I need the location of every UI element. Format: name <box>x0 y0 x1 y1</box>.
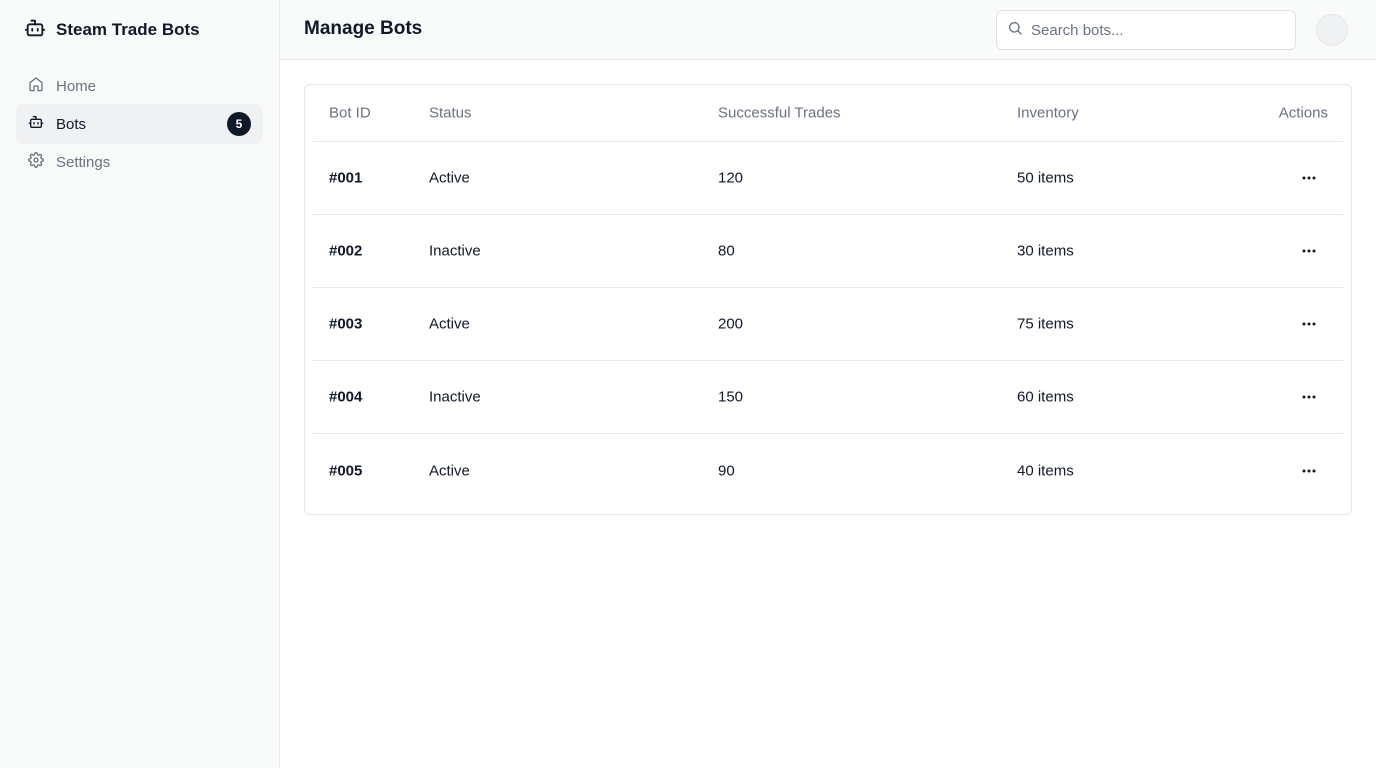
bot-id-cell: #003 <box>329 315 363 333</box>
more-horizontal-icon <box>1302 176 1316 180</box>
inventory-cell: 60 items <box>1017 388 1074 406</box>
sidebar: Steam Trade Bots Home Bots 5 Settings <box>0 0 280 768</box>
sidebar-item-label: Home <box>56 77 97 95</box>
more-horizontal-icon <box>1302 322 1316 326</box>
trades-cell: 150 <box>718 388 744 406</box>
row-actions-button[interactable] <box>1295 164 1323 192</box>
sidebar-item-bots[interactable]: Bots 5 <box>16 104 263 144</box>
status-cell: Active <box>429 315 470 333</box>
table-row[interactable]: #001 Active 120 50 items <box>313 142 1343 215</box>
row-actions-button[interactable] <box>1295 310 1323 338</box>
status-cell: Inactive <box>429 388 481 406</box>
bot-icon <box>28 114 44 134</box>
row-actions-button[interactable] <box>1295 457 1323 485</box>
table-row[interactable]: #004 Inactive 150 60 items <box>313 361 1343 434</box>
bot-icon <box>24 17 46 44</box>
table-header: Bot ID Status Successful Trades Inventor… <box>313 85 1343 142</box>
search-box[interactable] <box>996 10 1296 50</box>
column-header-actions: Actions <box>1278 104 1328 122</box>
row-actions-button[interactable] <box>1295 383 1323 411</box>
top-header: Manage Bots <box>280 0 1376 60</box>
bot-id-cell: #002 <box>329 242 363 260</box>
table-row[interactable]: #003 Active 200 75 items <box>313 288 1343 361</box>
bot-id-cell: #001 <box>329 169 363 187</box>
app-title: Steam Trade Bots <box>56 20 200 39</box>
more-horizontal-icon <box>1302 395 1316 399</box>
sidebar-item-home[interactable]: Home <box>16 66 263 106</box>
sidebar-item-settings[interactable]: Settings <box>16 142 263 182</box>
more-horizontal-icon <box>1302 469 1316 472</box>
gear-icon <box>28 152 44 172</box>
inventory-cell: 40 items <box>1017 462 1074 479</box>
inventory-cell: 75 items <box>1017 315 1074 333</box>
status-cell: Active <box>429 462 470 479</box>
status-cell: Inactive <box>429 242 481 260</box>
column-header-status[interactable]: Status <box>429 105 472 122</box>
count-badge: 5 <box>227 112 251 136</box>
table-row[interactable]: #002 Inactive 80 30 items <box>313 215 1343 288</box>
sidebar-nav: Home Bots 5 Settings <box>16 66 263 180</box>
trades-cell: 120 <box>718 169 744 187</box>
row-actions-button[interactable] <box>1295 237 1323 265</box>
avatar[interactable] <box>1316 14 1348 46</box>
column-header-bot-id[interactable]: Bot ID <box>329 105 371 122</box>
search-icon <box>1007 20 1023 41</box>
home-icon <box>28 76 44 96</box>
status-cell: Active <box>429 169 470 187</box>
bot-id-cell: #004 <box>329 388 363 406</box>
sidebar-item-label: Settings <box>56 153 111 171</box>
trades-cell: 200 <box>718 315 744 333</box>
search-input[interactable] <box>1031 21 1281 39</box>
brand[interactable]: Steam Trade Bots <box>24 18 200 42</box>
column-header-successful-trades[interactable]: Successful Trades <box>718 105 841 122</box>
more-horizontal-icon <box>1302 249 1316 253</box>
sidebar-item-label: Bots <box>56 115 87 133</box>
trades-cell: 80 <box>718 242 735 260</box>
inventory-cell: 30 items <box>1017 242 1074 260</box>
bots-table-card: Bot ID Status Successful Trades Inventor… <box>304 84 1352 515</box>
trades-cell: 90 <box>718 462 735 479</box>
table-row[interactable]: #005 Active 90 40 items <box>313 434 1343 507</box>
bot-id-cell: #005 <box>329 462 363 479</box>
page-title: Manage Bots <box>304 18 423 39</box>
column-header-inventory[interactable]: Inventory <box>1017 105 1079 122</box>
inventory-cell: 50 items <box>1017 169 1074 187</box>
